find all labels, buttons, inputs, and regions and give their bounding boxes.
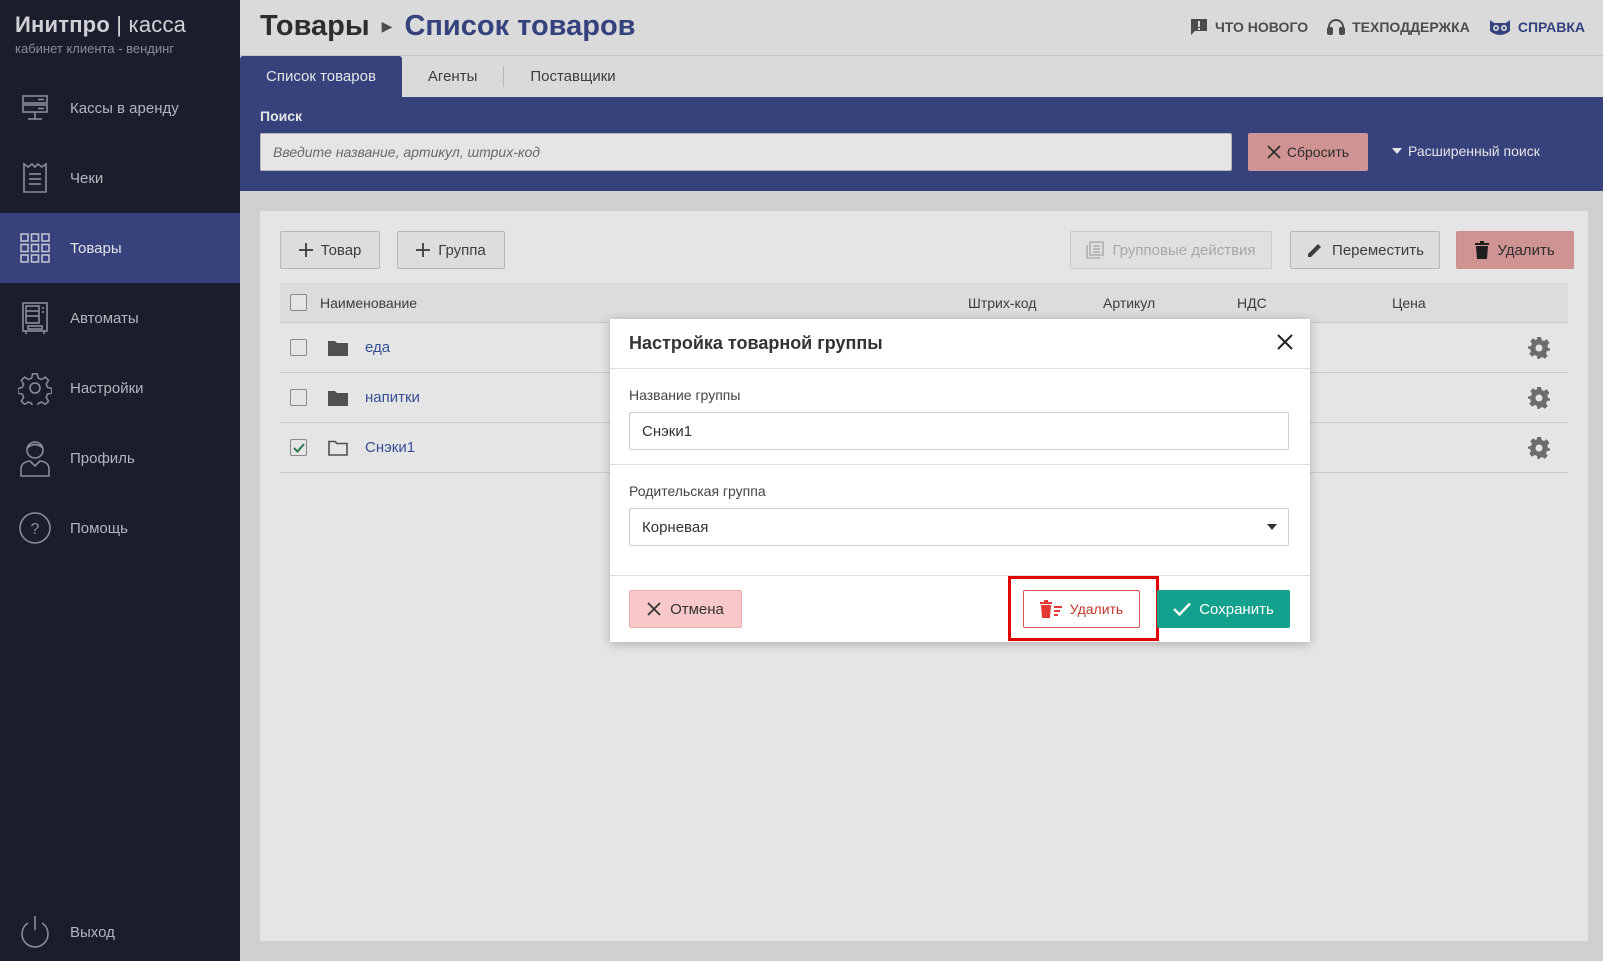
parent-group-section: Родительская группа Корневая [610, 465, 1310, 546]
delete-sweep-icon [1039, 600, 1062, 618]
cancel-button[interactable]: Отмена [629, 590, 742, 628]
check-icon [1173, 602, 1192, 616]
group-settings-modal: Настройка товарной группы Название групп… [610, 319, 1310, 642]
modal-delete-label: Удалить [1069, 601, 1124, 617]
save-button[interactable]: Сохранить [1157, 590, 1290, 628]
caret-down-icon [1267, 524, 1277, 530]
modal-delete-button[interactable]: Удалить [1023, 590, 1140, 628]
modal-title: Настройка товарной группы [629, 333, 883, 353]
group-name-input[interactable]: Снэки1 [629, 412, 1289, 450]
parent-group-label: Родительская группа [629, 483, 766, 499]
close-icon[interactable] [1274, 331, 1296, 353]
parent-group-select[interactable]: Корневая [629, 508, 1291, 546]
modal-footer: Отмена Удалить Сохранить [610, 575, 1310, 642]
save-label: Сохранить [1199, 600, 1274, 618]
modal-header: Настройка товарной группы [610, 319, 1310, 369]
close-icon [647, 602, 661, 616]
group-name-label: Название группы [629, 387, 741, 403]
group-name-section: Название группы Снэки1 [610, 369, 1310, 465]
parent-group-value: Корневая [629, 508, 1289, 546]
cancel-label: Отмена [670, 600, 724, 618]
